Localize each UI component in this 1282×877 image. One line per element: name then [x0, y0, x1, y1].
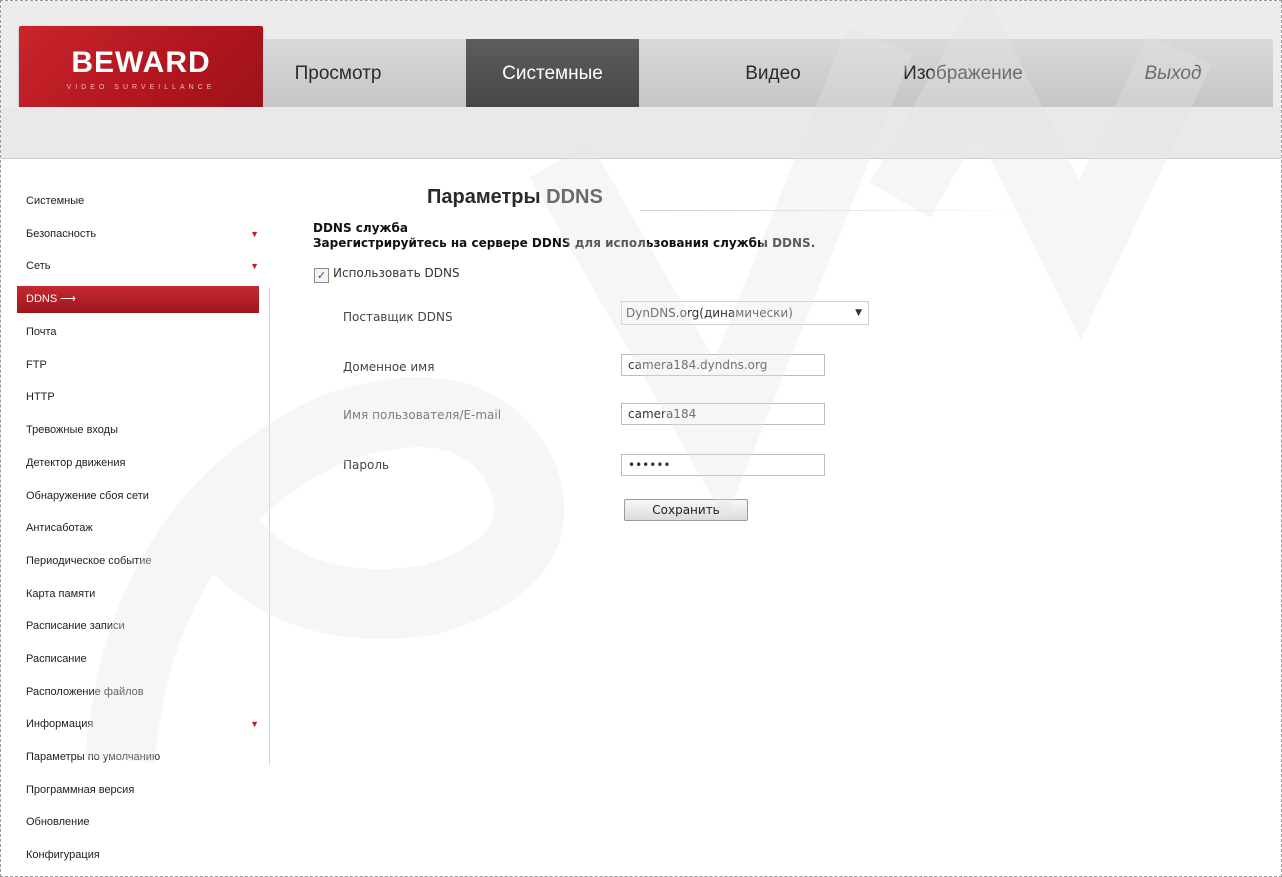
sidebar-item-memory-card[interactable]: Карта памяти	[17, 578, 259, 611]
sidebar-item-label: Расписание записи	[26, 620, 125, 633]
provider-selected-value: DynDNS.org(динамически)	[626, 306, 793, 320]
check-icon: ✓	[316, 269, 327, 282]
sidebar-item-http[interactable]: HTTP	[17, 381, 259, 414]
sidebar-item-defaults[interactable]: Параметры по умолчанию	[17, 741, 259, 774]
section-title: DDNS служба	[313, 221, 408, 235]
sidebar-item-label: Информация	[26, 718, 94, 731]
domain-input[interactable]	[621, 354, 825, 376]
sidebar-item-label: Детектор движения	[26, 456, 126, 469]
domain-label: Доменное имя	[343, 360, 435, 374]
use-ddns-label: Использовать DDNS	[333, 266, 460, 280]
top-nav: Просмотр Системные Видео Изображение Вых…	[263, 39, 1273, 109]
chevron-down-icon[interactable]: ▼	[250, 708, 259, 740]
sidebar-item-firmware-version[interactable]: Программная версия	[17, 774, 259, 807]
provider-select[interactable]: DynDNS.org(динамически) ▼	[621, 301, 869, 325]
sidebar-item-mail[interactable]: Почта	[17, 316, 259, 349]
beward-logo[interactable]: BEWARD VIDEO SURVEILLANCE	[19, 26, 263, 118]
save-button[interactable]: Сохранить	[624, 499, 748, 521]
logo-text: BEWARD	[71, 46, 211, 79]
sidebar-item-configuration[interactable]: Конфигурация	[17, 839, 259, 872]
chevron-down-icon: ▼	[855, 308, 862, 318]
nav-video[interactable]: Видео	[708, 39, 838, 108]
sidebar-item-ftp[interactable]: FTP	[17, 349, 259, 382]
sidebar-item-information[interactable]: Информация ▼	[17, 708, 259, 741]
sidebar-item-label: Тревожные входы	[26, 424, 118, 437]
sidebar-item-network[interactable]: Сеть ▼	[17, 250, 259, 283]
use-ddns-checkbox[interactable]: ✓	[314, 268, 329, 283]
sidebar-item-label: Безопасность	[26, 227, 97, 240]
page-title: Параметры DDNS	[427, 186, 603, 208]
sidebar-item-label: Программная версия	[26, 783, 135, 796]
sidebar-item-label: Обнаружение сбоя сети	[26, 489, 149, 502]
sidebar-item-label: Антисаботаж	[26, 522, 93, 535]
chevron-down-icon[interactable]: ▼	[250, 218, 259, 250]
use-ddns-row: ✓ Использовать DDNS	[314, 264, 460, 283]
sidebar-item-periodic-event[interactable]: Периодическое событие	[17, 545, 259, 578]
sidebar-item-update[interactable]: Обновление	[17, 806, 259, 839]
sidebar-item-ddns[interactable]: DDNS ⟶	[17, 286, 259, 314]
sidebar-item-security[interactable]: Безопасность ▼	[17, 218, 259, 251]
sidebar-item-label: DDNS	[26, 293, 58, 306]
title-divider	[640, 210, 1040, 211]
sidebar-item-label: Обновление	[26, 816, 90, 829]
sidebar-item-label: Почта	[26, 326, 57, 339]
sidebar-item-file-location[interactable]: Расположение файлов	[17, 676, 259, 709]
arrow-right-icon: ⟶	[60, 293, 76, 306]
sidebar-item-label: Расписание	[26, 652, 87, 665]
sidebar-item-label: Периодическое событие	[26, 554, 152, 567]
sidebar-divider	[269, 287, 270, 765]
header-subbar	[1, 107, 1281, 157]
user-input[interactable]	[621, 403, 825, 425]
sidebar-item-label: Параметры по умолчанию	[26, 751, 161, 763]
nav-view[interactable]: Просмотр	[263, 39, 413, 108]
sidebar-item-label: Расположение файлов	[26, 685, 144, 698]
sidebar-item-network-failure[interactable]: Обнаружение сбоя сети	[17, 480, 259, 513]
sidebar-item-label: Сеть	[26, 260, 51, 273]
sidebar-item-alarm-inputs[interactable]: Тревожные входы	[17, 414, 259, 447]
nav-system[interactable]: Системные	[466, 39, 639, 108]
sidebar-item-system[interactable]: Системные	[17, 185, 259, 218]
user-label: Имя пользователя/E-mail	[343, 408, 502, 422]
sidebar-item-schedule[interactable]: Расписание	[17, 643, 259, 676]
sidebar-item-label: Карта памяти	[26, 587, 96, 600]
password-label: Пароль	[343, 458, 390, 472]
sidebar-item-label: Конфигурация	[26, 849, 100, 862]
provider-label: Поставщик DDNS	[343, 310, 453, 324]
section-hint: Зарегистрируйтесь на сервере DDNS для ис…	[313, 236, 816, 250]
sidebar-item-tamper[interactable]: Антисаботаж	[17, 512, 259, 545]
logo-subtitle: VIDEO SURVEILLANCE	[66, 84, 216, 91]
sidebar-item-motion-detector[interactable]: Детектор движения	[17, 447, 259, 480]
nav-image[interactable]: Изображение	[878, 39, 1048, 108]
nav-exit[interactable]: Выход	[1093, 39, 1253, 108]
sidebar: Системные Безопасность ▼ Сеть ▼ DDNS ⟶ Почт…	[17, 185, 259, 872]
sidebar-item-label: HTTP	[26, 391, 55, 404]
chevron-down-icon[interactable]: ▼	[250, 250, 259, 282]
section-header: DDNS служба Зарегистрируйтесь на сервере…	[313, 221, 815, 251]
sidebar-item-label: FTP	[26, 358, 47, 371]
password-input[interactable]	[621, 454, 825, 476]
sidebar-item-record-schedule[interactable]: Расписание записи	[17, 610, 259, 643]
sidebar-item-label: Системные	[26, 195, 85, 207]
